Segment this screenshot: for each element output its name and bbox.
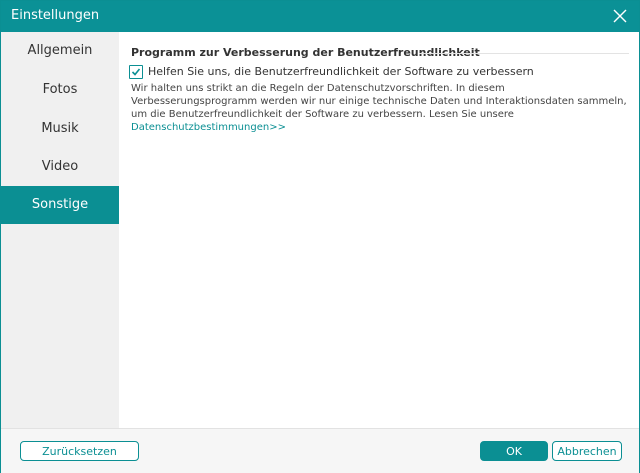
privacy-policy-link[interactable]: Datenschutzbestimmungen>> [131, 122, 286, 133]
sidebar-item-label: Allgemein [27, 43, 93, 58]
settings-content: Programm zur Verbesserung der Benutzerfr… [119, 32, 639, 428]
checkmark-icon [131, 68, 141, 76]
sidebar-item-fotos[interactable]: Fotos [1, 71, 119, 109]
sidebar-item-label: Video [41, 159, 79, 174]
sidebar-item-musik[interactable]: Musik [1, 110, 119, 148]
sidebar-item-video[interactable]: Video [1, 148, 119, 186]
description-body: Wir halten uns strikt an die Regeln der … [131, 83, 627, 120]
sidebar-item-sonstige[interactable]: Sonstige [1, 186, 119, 224]
section-divider [419, 53, 629, 54]
improvement-program-checkbox[interactable] [129, 65, 143, 79]
close-icon[interactable] [611, 7, 629, 25]
dialog-footer: Zurücksetzen OK Abbrechen [1, 428, 639, 473]
sidebar-item-label: Fotos [42, 82, 78, 97]
window-title: Einstellungen [11, 8, 100, 23]
sidebar-item-label: Sonstige [31, 197, 89, 212]
description-text: Wir halten uns strikt an die Regeln der … [131, 82, 631, 134]
sidebar-item-label: Musik [41, 121, 79, 136]
sidebar-item-allgemein[interactable]: Allgemein [1, 32, 119, 70]
settings-dialog: Einstellungen Allgemein Fotos Musik Vide… [0, 0, 640, 473]
ok-button[interactable]: OK [480, 441, 548, 461]
title-bar: Einstellungen [1, 1, 639, 32]
sidebar: Allgemein Fotos Musik Video Sonstige [1, 32, 119, 428]
checkbox-label: Helfen Sie uns, die Benutzerfreundlichke… [148, 65, 534, 78]
cancel-button[interactable]: Abbrechen [552, 441, 622, 461]
reset-button[interactable]: Zurücksetzen [20, 441, 139, 461]
